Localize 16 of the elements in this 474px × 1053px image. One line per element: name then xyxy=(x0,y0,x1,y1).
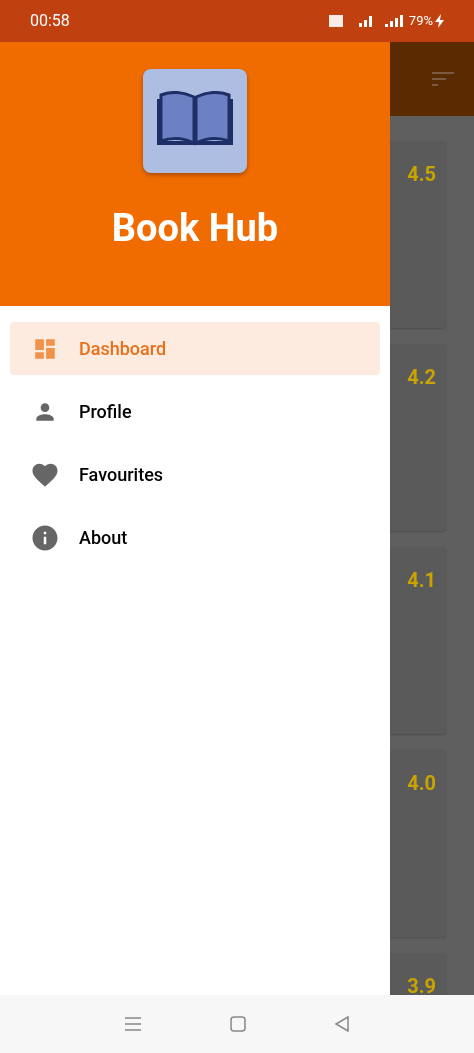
book-rating: 4.0 xyxy=(407,770,436,797)
back-icon[interactable] xyxy=(334,1016,350,1032)
book-rating: 4.2 xyxy=(407,364,436,391)
drawer-item[interactable]: About xyxy=(10,511,380,564)
book-rating: 4.1 xyxy=(407,567,436,594)
charging-icon xyxy=(435,14,444,28)
battery-percent: 79% xyxy=(408,12,433,31)
status-time: 00:58 xyxy=(30,10,70,32)
drawer-item[interactable]: Profile xyxy=(10,385,380,438)
app-title: Book Hub xyxy=(111,209,279,247)
book-rating: 4.5 xyxy=(407,161,436,188)
menu-icon[interactable] xyxy=(124,1016,142,1032)
drawer-item[interactable]: Favourites xyxy=(10,448,380,501)
home-icon[interactable] xyxy=(230,1016,246,1032)
book-rating: 3.9 xyxy=(407,973,436,995)
sort-icon[interactable] xyxy=(430,70,456,88)
